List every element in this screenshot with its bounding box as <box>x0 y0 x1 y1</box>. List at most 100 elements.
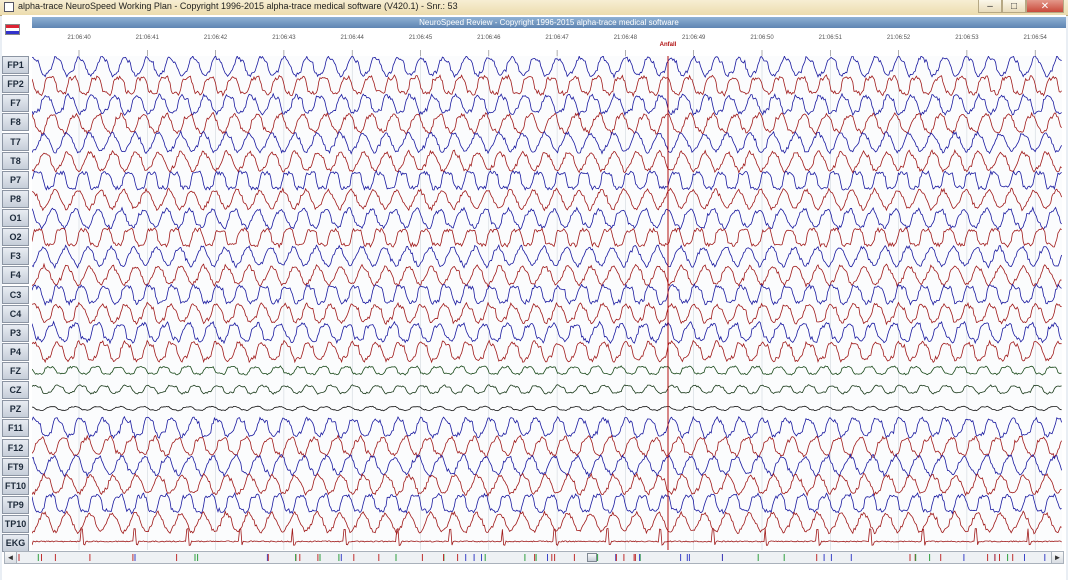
event-mark <box>615 554 617 561</box>
event-mark <box>266 554 268 561</box>
minimize-button[interactable]: – <box>978 0 1002 13</box>
eeg-trace-f8 <box>32 111 1062 136</box>
event-mark <box>465 554 467 561</box>
channel-label-cz[interactable]: CZ <box>2 381 29 400</box>
window-titlebar: alpha-trace NeuroSpeed Working Plan - Co… <box>0 0 1068 16</box>
event-mark <box>929 554 931 561</box>
event-mark <box>1007 554 1009 561</box>
app-icon <box>4 2 14 12</box>
eeg-trace-ft10 <box>32 472 1062 497</box>
channel-label-f8[interactable]: F8 <box>2 113 29 132</box>
channel-label-f7[interactable]: F7 <box>2 94 29 113</box>
event-mark <box>197 554 199 561</box>
event-mark <box>134 554 136 561</box>
event-marks-strip <box>18 554 1046 561</box>
event-mark <box>915 554 917 561</box>
eeg-trace-f11 <box>32 415 1062 440</box>
event-mark <box>317 554 319 561</box>
channel-label-ft9[interactable]: FT9 <box>2 457 29 476</box>
event-mark <box>551 554 553 561</box>
eeg-trace-pz <box>32 405 1062 412</box>
channel-label-tp10[interactable]: TP10 <box>2 515 29 533</box>
event-mark <box>633 554 635 561</box>
event-mark <box>295 554 297 561</box>
scroll-thumb[interactable] <box>587 553 597 562</box>
channel-label-f11[interactable]: F11 <box>2 419 29 438</box>
event-mark <box>378 554 380 561</box>
event-mark <box>823 554 825 561</box>
eeg-trace-f12 <box>32 434 1062 459</box>
time-tick-label: 21:06:50 <box>750 35 774 41</box>
eeg-trace-fp2 <box>32 74 1062 98</box>
event-mark <box>535 554 537 561</box>
event-mark <box>987 554 989 561</box>
eeg-trace-cz <box>32 384 1062 395</box>
close-button[interactable]: ✕ <box>1026 0 1064 13</box>
event-mark <box>524 554 526 561</box>
event-mark <box>18 554 20 561</box>
channel-label-o1[interactable]: O1 <box>2 209 29 227</box>
event-mark <box>89 554 91 561</box>
channel-label-p7[interactable]: P7 <box>2 170 29 189</box>
event-mark <box>686 554 688 561</box>
event-mark <box>338 554 340 561</box>
channel-label-fp2[interactable]: FP2 <box>2 75 29 94</box>
channel-label-tp9[interactable]: TP9 <box>2 495 29 514</box>
time-tick-label: 21:06:48 <box>614 35 638 41</box>
channel-label-f12[interactable]: F12 <box>2 438 29 457</box>
time-tick-label: 21:06:43 <box>272 35 296 41</box>
event-mark <box>54 554 56 561</box>
scroll-right-arrow-icon[interactable]: ► <box>1051 552 1063 563</box>
event-mark <box>534 554 536 561</box>
event-mark <box>353 554 355 561</box>
event-mark <box>421 554 423 561</box>
time-tick-label: 21:06:52 <box>887 35 911 41</box>
channel-label-list: FP1 FP2 F7 F8 T7 T8 P7 P8 O1 O2 F3 F4 C3 C4 P3 P4 FZ CZ PZ… <box>2 56 29 553</box>
channel-label-f3[interactable]: F3 <box>2 247 29 266</box>
channel-label-fp1[interactable]: FP1 <box>2 56 29 74</box>
eeg-trace-p4 <box>32 339 1062 364</box>
eeg-trace-ft9 <box>32 453 1062 479</box>
channel-label-p4[interactable]: P4 <box>2 342 29 361</box>
event-mark <box>299 554 301 561</box>
event-mark <box>1044 554 1046 561</box>
eeg-trace-o2 <box>32 226 1062 249</box>
channel-label-c4[interactable]: C4 <box>2 304 29 323</box>
event-mark <box>1012 554 1014 561</box>
channel-label-o2[interactable]: O2 <box>2 228 29 247</box>
horizontal-scrollbar[interactable]: ◄ ► <box>4 551 1064 564</box>
maximize-button[interactable]: □ <box>1002 0 1026 13</box>
time-tick-label: 21:06:46 <box>477 35 501 41</box>
event-mark <box>573 554 575 561</box>
eeg-trace-area[interactable] <box>32 56 1062 550</box>
eeg-trace-tp9 <box>32 491 1062 515</box>
event-mark <box>41 554 42 561</box>
channel-label-pz[interactable]: PZ <box>2 400 29 419</box>
eeg-trace-f4 <box>32 262 1062 288</box>
event-mark <box>994 554 996 561</box>
time-tick-label: 21:06:44 <box>341 35 365 41</box>
flag-icon[interactable] <box>5 24 20 35</box>
event-mark <box>37 554 39 561</box>
eeg-trace-o1 <box>32 206 1062 231</box>
channel-label-ekg[interactable]: EKG <box>2 534 29 553</box>
channel-label-f4[interactable]: F4 <box>2 266 29 285</box>
event-mark <box>176 554 178 561</box>
channel-label-p8[interactable]: P8 <box>2 189 29 208</box>
time-tick-label: 21:06:47 <box>545 35 569 41</box>
event-mark <box>757 554 759 561</box>
channel-label-fz[interactable]: FZ <box>2 362 29 380</box>
time-tick-label: 21:06:53 <box>955 35 979 41</box>
event-mark <box>547 554 548 561</box>
channel-label-ft10[interactable]: FT10 <box>2 476 29 495</box>
time-tick-label: 21:06:42 <box>204 35 228 41</box>
channel-label-t7[interactable]: T7 <box>2 132 29 151</box>
eeg-trace-t7 <box>32 130 1062 155</box>
scroll-left-arrow-icon[interactable]: ◄ <box>5 552 17 563</box>
channel-label-t8[interactable]: T8 <box>2 151 29 170</box>
eeg-trace-f3 <box>32 244 1062 269</box>
event-mark <box>319 554 321 561</box>
channel-label-c3[interactable]: C3 <box>2 285 29 304</box>
event-mark <box>940 554 942 561</box>
channel-label-p3[interactable]: P3 <box>2 323 29 342</box>
